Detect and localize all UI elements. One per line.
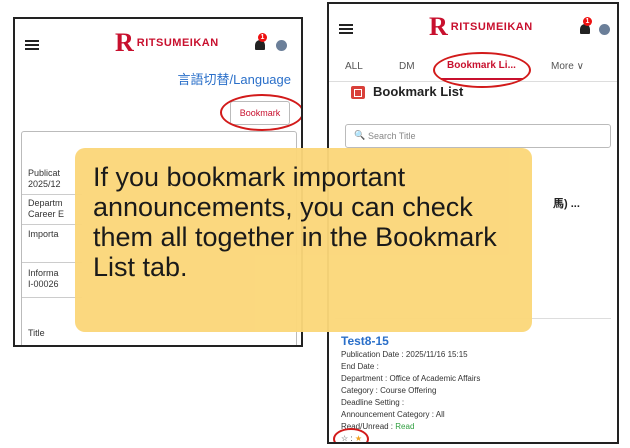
menu-icon[interactable] [339,24,353,34]
announcement-category: Announcement Category : All [341,410,445,419]
search-placeholder: Search Title [368,131,416,141]
field-value: I-00026 [28,279,59,289]
bookmark-list-icon [351,86,365,99]
department: Department : Office of Academic Affairs [341,374,481,383]
instruction-callout: If you bookmark important announcements,… [75,148,532,332]
tab-dm[interactable]: DM [399,61,415,72]
chevron-down-icon: ∨ [576,61,584,72]
language-switch-link[interactable]: 言語切替/Language [178,69,291,88]
field-label: Informa [28,268,59,278]
field-label: Importa [28,229,59,239]
field-value: 2025/12 [28,179,61,189]
list-item-title[interactable]: Test8-15 [341,334,389,348]
search-input[interactable]: 🔍 Search Title [345,124,611,148]
end-date: End Date : [341,362,379,371]
list-item-title[interactable]: 馬) ... [553,195,580,211]
user-avatar-icon[interactable] [276,40,287,51]
deadline-setting: Deadline Setting : [341,398,405,407]
read-value: Read [395,422,415,431]
field-label: Publicat [28,168,61,178]
user-avatar-icon[interactable] [599,24,610,35]
highlight-ring [220,94,301,131]
menu-icon[interactable] [25,40,39,50]
notification-badge: 1 [258,33,267,42]
field-label: Departm [28,198,63,208]
app-header: R RITSUMEIKAN 1 [15,19,301,63]
ritsumeikan-logo: R RITSUMEIKAN [115,28,219,57]
notification-badge: 1 [583,17,592,26]
field-label: Title [28,328,45,338]
field-value: Career E [28,209,65,219]
search-icon: 🔍 [354,130,366,140]
category: Category : Course Offering [341,386,437,395]
bell-icon[interactable]: 1 [579,17,592,36]
bell-icon[interactable]: 1 [254,33,267,52]
section-title: Bookmark List [373,84,464,99]
publication-date: Publication Date : 2025/11/16 15:15 [341,350,468,359]
app-header: R RITSUMEIKAN 1 [329,4,617,48]
ritsumeikan-logo: R RITSUMEIKAN [429,12,533,41]
highlight-ring [333,428,369,442]
tab-more[interactable]: More ∨ [551,61,584,72]
highlight-ring [433,52,531,88]
tab-all[interactable]: ALL [345,61,363,72]
